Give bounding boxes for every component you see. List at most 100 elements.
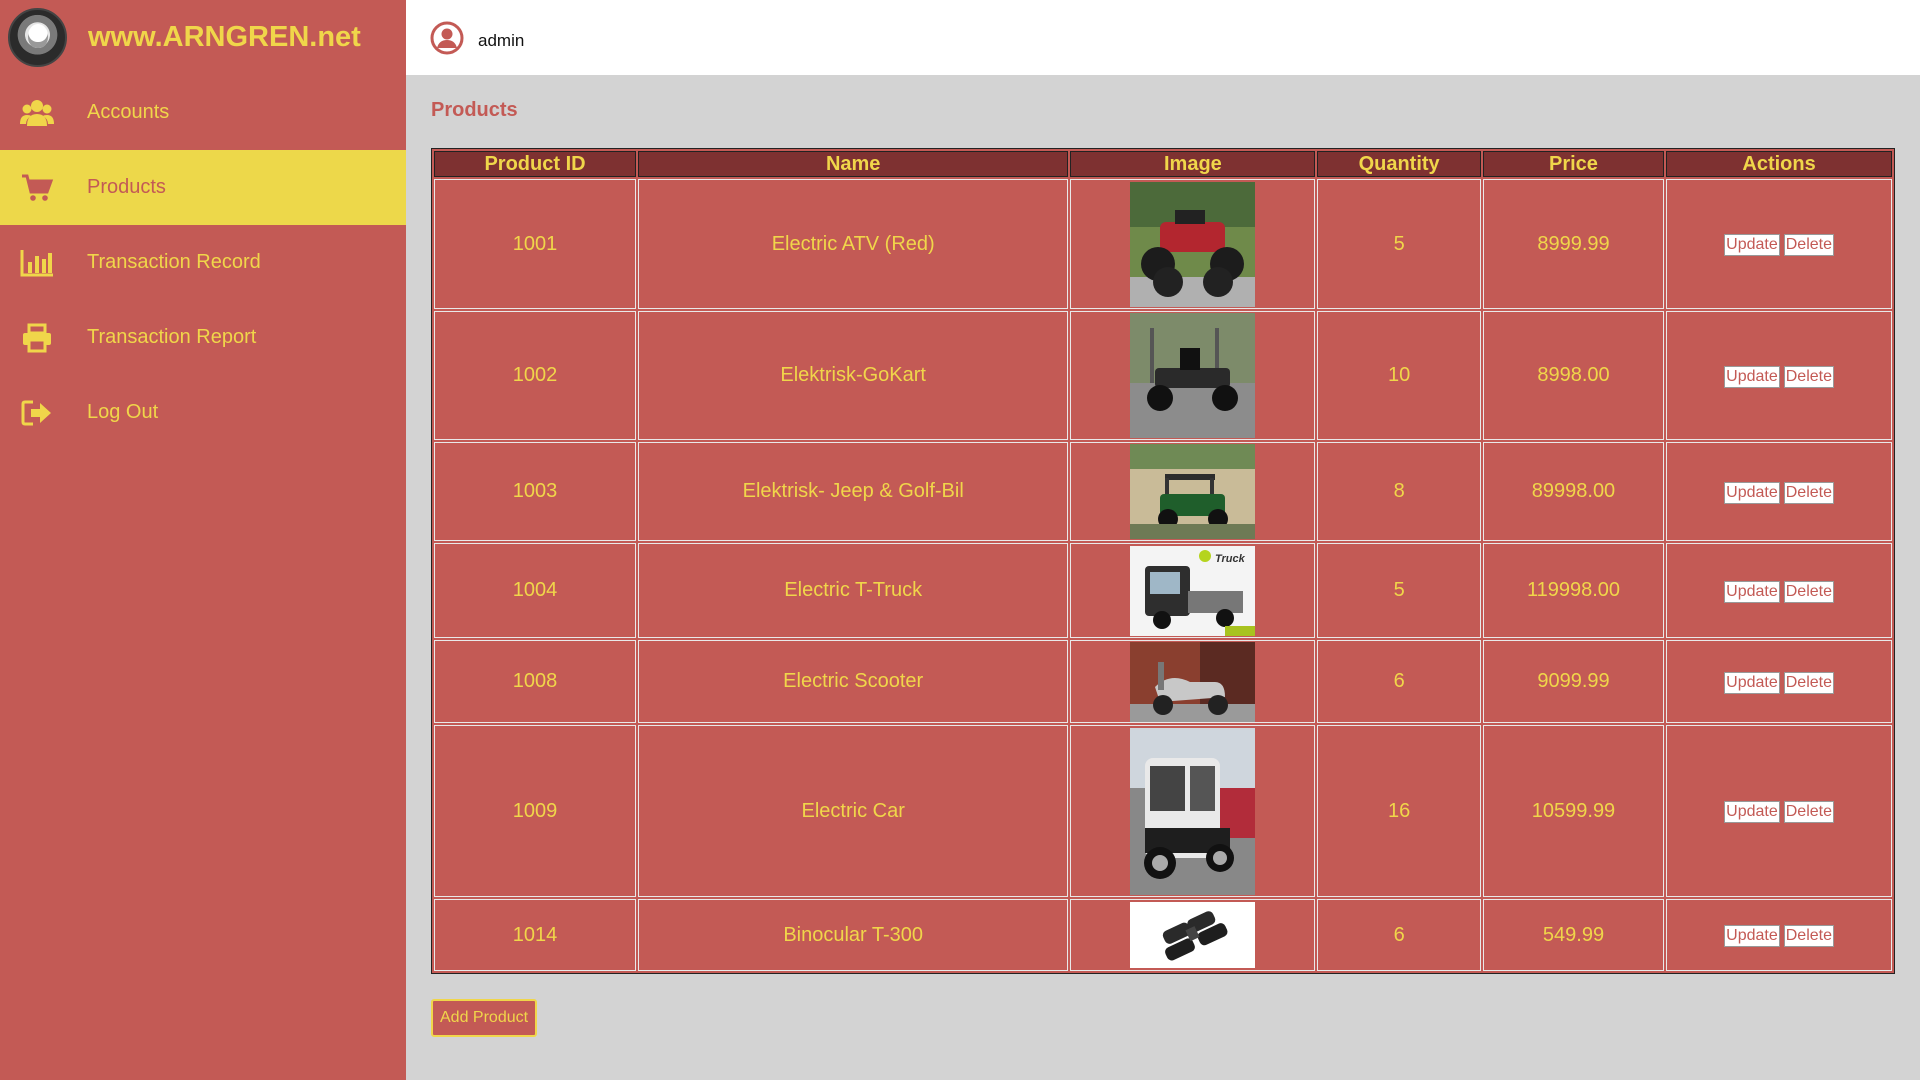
brand-title: www.ARNGREN.net: [88, 21, 361, 53]
sidebar-item-transaction-report[interactable]: Transaction Report: [0, 300, 406, 375]
brand: www.ARNGREN.net: [0, 0, 406, 75]
product-image: [1130, 727, 1256, 895]
column-header: Name: [638, 151, 1069, 177]
table-header-row: Product ID Name Image Quantity Price Act…: [434, 151, 1892, 177]
product-price: 119998.00: [1482, 543, 1665, 638]
product-name: Electric T-Truck: [638, 543, 1069, 638]
product-id: 1008: [434, 640, 637, 723]
printer-icon: [20, 323, 54, 353]
delete-button[interactable]: Delete: [1783, 365, 1834, 388]
products-table: Product ID Name Image Quantity Price Act…: [431, 148, 1895, 974]
actions-cell: Update Delete: [1666, 543, 1892, 638]
product-image-cell: [1070, 179, 1316, 309]
product-image-cell: [1070, 725, 1316, 897]
actions-cell: Update Delete: [1666, 179, 1892, 309]
product-name: Electric Scooter: [638, 640, 1069, 723]
product-image: [1130, 902, 1256, 968]
product-name: Electric Car: [638, 725, 1069, 897]
product-image: [1130, 444, 1256, 539]
update-button[interactable]: Update: [1724, 481, 1780, 504]
sidebar-item-log-out[interactable]: Log Out: [0, 375, 406, 450]
column-header: Actions: [1666, 151, 1892, 177]
svg-text:Truck: Truck: [1215, 553, 1246, 565]
actions-cell: Update Delete: [1666, 311, 1892, 440]
product-price: 549.99: [1482, 899, 1665, 971]
update-button[interactable]: Update: [1724, 365, 1780, 388]
table-row: 1002 Elektrisk-GoKart 10 8998.00 Update D…: [434, 311, 1892, 440]
table-row: 1001 Electric ATV (Red) 5 8999.99 Update…: [434, 179, 1892, 309]
table-row: 1008 Electric Scooter 6 9099.99 Update De…: [434, 640, 1892, 723]
product-price: 8998.00: [1482, 311, 1665, 440]
cart-icon: [20, 173, 54, 203]
bar-chart-icon: [20, 248, 54, 278]
users-icon: [20, 98, 54, 128]
product-quantity: 8: [1317, 442, 1481, 541]
column-header: Price: [1482, 151, 1665, 177]
product-id: 1001: [434, 179, 637, 309]
main-content: Products Product ID Name Image Quantity …: [406, 75, 1920, 1080]
sidebar-item-label: Accounts: [87, 101, 170, 123]
update-button[interactable]: Update: [1724, 671, 1780, 694]
sidebar-item-label: Transaction Report: [87, 326, 257, 348]
product-image-cell: [1070, 899, 1316, 971]
sidebar-item-label: Transaction Record: [87, 251, 261, 273]
delete-button[interactable]: Delete: [1783, 925, 1834, 947]
product-quantity: 16: [1317, 725, 1481, 897]
product-name: Elektrisk-GoKart: [638, 311, 1069, 440]
delete-button[interactable]: Delete: [1783, 481, 1834, 504]
actions-cell: Update Delete: [1666, 442, 1892, 541]
product-quantity: 6: [1317, 899, 1481, 971]
column-header: Image: [1070, 151, 1316, 177]
user-circle-icon[interactable]: [430, 21, 464, 55]
sidebar-item-label: Products: [87, 176, 166, 198]
delete-button[interactable]: Delete: [1783, 234, 1834, 256]
product-image-cell: [1070, 311, 1316, 440]
logout-icon: [20, 398, 54, 428]
sidebar: www.ARNGREN.net Accounts Products Transa…: [0, 0, 406, 1080]
table-row: 1004 Electric T-Truck Truck 5 119998.00: [434, 543, 1892, 638]
product-price: 89998.00: [1482, 442, 1665, 541]
sidebar-item-accounts[interactable]: Accounts: [0, 75, 406, 150]
product-id: 1004: [434, 543, 637, 638]
sidebar-item-products[interactable]: Products: [0, 150, 406, 225]
page-title: Products: [431, 99, 518, 121]
update-button[interactable]: Update: [1724, 801, 1780, 823]
product-id: 1009: [434, 725, 637, 897]
delete-button[interactable]: Delete: [1783, 671, 1834, 694]
actions-cell: Update Delete: [1666, 899, 1892, 971]
product-quantity: 6: [1317, 640, 1481, 723]
user-name: admin: [478, 30, 525, 50]
product-image-cell: [1070, 442, 1316, 541]
product-id: 1002: [434, 311, 637, 440]
topbar: admin: [406, 0, 1920, 75]
product-image: [1130, 313, 1256, 438]
actions-cell: Update Delete: [1666, 725, 1892, 897]
update-button[interactable]: Update: [1724, 234, 1780, 256]
actions-cell: Update Delete: [1666, 640, 1892, 723]
table-row: 1003 Elektrisk- Jeep & Golf-Bil 8 89998.…: [434, 442, 1892, 541]
product-price: 8999.99: [1482, 179, 1665, 309]
sidebar-item-transaction-record[interactable]: Transaction Record: [0, 225, 406, 300]
product-name: Elektrisk- Jeep & Golf-Bil: [638, 442, 1069, 541]
product-image: [1130, 181, 1256, 307]
product-quantity: 5: [1317, 543, 1481, 638]
column-header: Product ID: [434, 151, 637, 177]
product-id: 1003: [434, 442, 637, 541]
update-button[interactable]: Update: [1724, 580, 1780, 603]
product-name: Electric ATV (Red): [638, 179, 1069, 309]
product-name: Binocular T-300: [638, 899, 1069, 971]
table-row: 1014 Binocular T-300 6 549.99 Update Del…: [434, 899, 1892, 971]
delete-button[interactable]: Delete: [1783, 801, 1834, 823]
arngren-logo: [8, 8, 67, 67]
product-image-cell: [1070, 640, 1316, 723]
product-image-cell: Truck: [1070, 543, 1316, 638]
product-price: 10599.99: [1482, 725, 1665, 897]
sidebar-item-label: Log Out: [87, 401, 159, 423]
product-quantity: 5: [1317, 179, 1481, 309]
delete-button[interactable]: Delete: [1783, 580, 1834, 603]
table-row: 1009 Electric Car 16 10599.99 UpdateDel: [434, 725, 1892, 897]
product-id: 1014: [434, 899, 637, 971]
update-button[interactable]: Update: [1724, 925, 1780, 947]
column-header: Quantity: [1317, 151, 1481, 177]
add-product-button[interactable]: Add Product: [431, 999, 538, 1037]
